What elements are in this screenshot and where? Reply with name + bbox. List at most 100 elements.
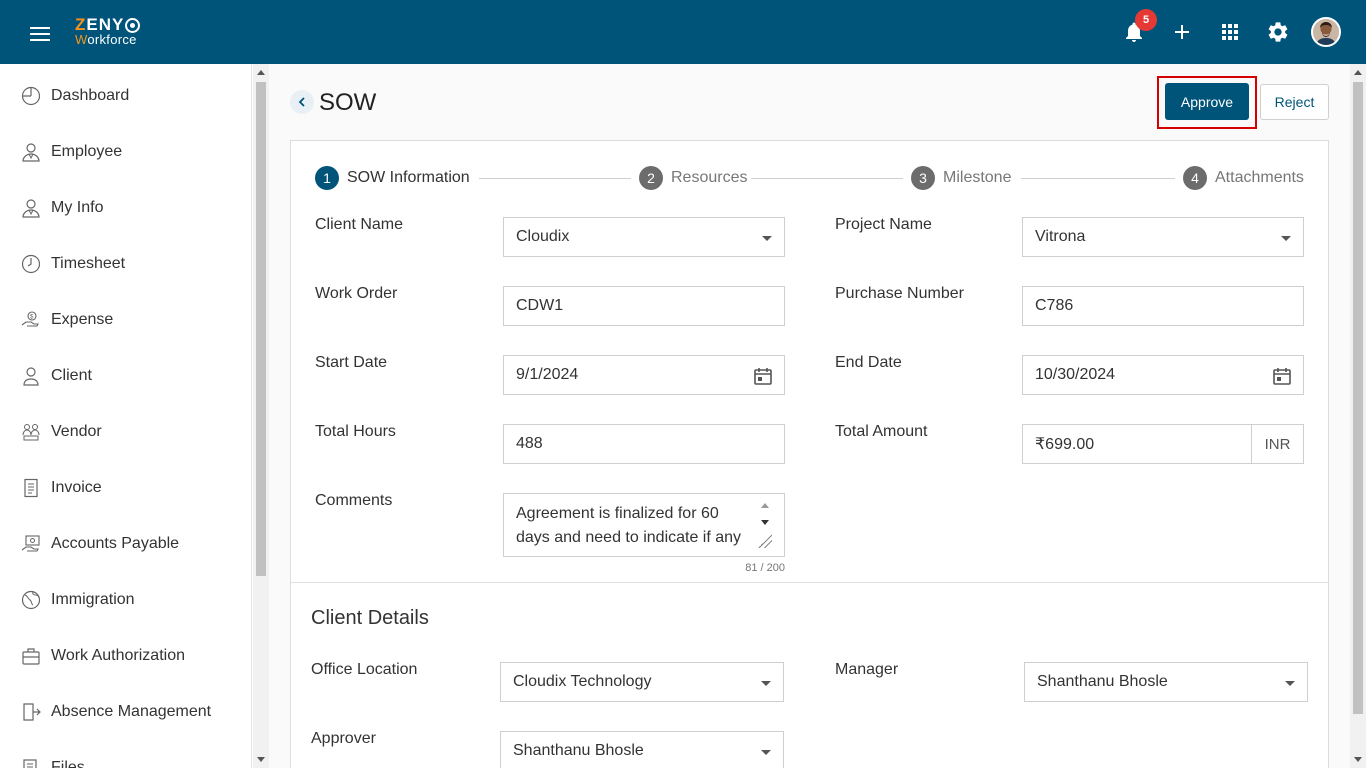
- chevron-down-icon: [1285, 681, 1295, 686]
- sidebar-item-dashboard[interactable]: Dashboard: [0, 68, 251, 124]
- sidebar-item-label: Absence Management: [51, 703, 212, 720]
- sidebar-item-label: Work Authorization: [51, 647, 185, 664]
- user-avatar[interactable]: [1311, 17, 1341, 47]
- sidebar-item-label: Files: [51, 759, 85, 768]
- page-title: SOW: [319, 89, 377, 116]
- sidebar-item-label: Accounts Payable: [51, 535, 180, 552]
- step-number: 2: [639, 166, 663, 190]
- step-sow-information[interactable]: 1 SOW Information: [315, 166, 470, 190]
- sidebar-item-label: Dashboard: [51, 87, 130, 104]
- step-connector: [1021, 178, 1175, 179]
- approver-label: Approver: [311, 730, 376, 747]
- character-counter: 81 / 200: [745, 562, 785, 574]
- sidebar-item-employee[interactable]: Employee: [0, 124, 251, 180]
- sidebar-scrollbar[interactable]: [253, 64, 269, 768]
- sidebar-item-timesheet[interactable]: Timesheet: [0, 236, 251, 292]
- top-navbar: Z ENY Workforce 5: [0, 0, 1366, 64]
- approver-select[interactable]: Shanthanu Bhosle: [500, 731, 784, 768]
- step-milestone[interactable]: 3 Milestone: [911, 166, 1011, 190]
- accounts-payable-icon: [21, 535, 40, 552]
- sidebar-item-invoice[interactable]: Invoice: [0, 460, 251, 516]
- step-connector: [479, 178, 631, 179]
- notification-badge: 5: [1135, 9, 1157, 31]
- step-label: Resources: [671, 169, 748, 186]
- sidebar-item-label: Vendor: [51, 423, 102, 440]
- office-location-value: Cloudix Technology: [513, 673, 652, 690]
- sidebar-item-expense[interactable]: $ Expense: [0, 292, 251, 348]
- sidebar-item-files[interactable]: Files: [0, 740, 251, 768]
- manager-value: Shanthanu Bhosle: [1037, 673, 1168, 690]
- start-date-input[interactable]: 9/1/2024: [503, 355, 785, 395]
- start-date-value: 9/1/2024: [516, 366, 579, 383]
- total-hours-label: Total Hours: [315, 423, 396, 440]
- step-label: SOW Information: [347, 169, 470, 186]
- globe-icon: [21, 590, 41, 610]
- total-amount-input[interactable]: ₹699.00 INR: [1022, 424, 1304, 464]
- plus-icon[interactable]: [1170, 20, 1194, 44]
- clock-icon: [21, 254, 41, 274]
- total-hours-value: 488: [516, 435, 543, 452]
- chevron-down-icon: [762, 236, 772, 241]
- sidebar-item-work-authorization[interactable]: Work Authorization: [0, 628, 251, 684]
- manager-select[interactable]: Shanthanu Bhosle: [1024, 662, 1308, 702]
- sidebar-item-absence-management[interactable]: Absence Management: [0, 684, 251, 740]
- sidebar-item-vendor[interactable]: Vendor: [0, 404, 251, 460]
- vendor-icon: [22, 424, 40, 441]
- step-attachments[interactable]: 4 Attachments: [1183, 166, 1304, 190]
- total-amount-value: ₹699.00: [1035, 436, 1095, 453]
- office-location-label: Office Location: [311, 661, 418, 678]
- chevron-down-icon: [1281, 236, 1291, 241]
- apps-grid-icon[interactable]: [1218, 20, 1242, 44]
- files-icon: [23, 759, 37, 768]
- approve-button[interactable]: Approve: [1165, 83, 1249, 120]
- project-name-label: Project Name: [835, 216, 932, 233]
- section-divider: [291, 582, 1328, 583]
- step-number: 4: [1183, 166, 1207, 190]
- client-name-value: Cloudix: [516, 228, 570, 245]
- sidebar-item-label: My Info: [51, 199, 104, 216]
- currency-suffix: INR: [1251, 425, 1303, 463]
- main-scrollbar[interactable]: [1350, 64, 1366, 768]
- back-button[interactable]: [290, 90, 314, 114]
- hamburger-menu-icon[interactable]: [30, 27, 50, 41]
- gear-icon[interactable]: [1266, 20, 1290, 44]
- project-name-value: Vitrona: [1035, 228, 1086, 245]
- calendar-icon[interactable]: [1272, 366, 1292, 386]
- comments-textarea[interactable]: Agreement is finalized for 60 days and n…: [503, 493, 785, 557]
- sidebar-item-label: Expense: [51, 311, 114, 328]
- end-date-input[interactable]: 10/30/2024: [1022, 355, 1304, 395]
- reject-button[interactable]: Reject: [1260, 84, 1329, 120]
- total-amount-label: Total Amount: [835, 423, 928, 440]
- chevron-left-icon: [298, 97, 305, 107]
- resize-grip-icon[interactable]: [758, 534, 772, 548]
- employee-icon: [22, 143, 40, 162]
- work-order-value: CDW1: [516, 297, 564, 314]
- project-name-select[interactable]: Vitrona: [1022, 217, 1304, 257]
- sidebar-item-label: Immigration: [51, 591, 135, 608]
- sidebar-item-immigration[interactable]: Immigration: [0, 572, 251, 628]
- zenyo-workforce-logo[interactable]: Z ENY Workforce: [75, 16, 141, 47]
- dashboard-icon: [21, 86, 41, 106]
- sidebar-item-client[interactable]: Client: [0, 348, 251, 404]
- calendar-icon[interactable]: [753, 366, 773, 386]
- sidebar-item-my-info[interactable]: My Info: [0, 180, 251, 236]
- step-resources[interactable]: 2 Resources: [639, 166, 747, 190]
- end-date-value: 10/30/2024: [1035, 366, 1116, 383]
- work-order-input[interactable]: CDW1: [503, 286, 785, 326]
- end-date-label: End Date: [835, 354, 902, 371]
- start-date-label: Start Date: [315, 354, 388, 371]
- textarea-scrollbar[interactable]: [757, 500, 772, 550]
- step-number: 1: [315, 166, 339, 190]
- client-details-title: Client Details: [311, 607, 429, 629]
- client-name-label: Client Name: [315, 216, 404, 233]
- total-hours-input[interactable]: 488: [503, 424, 785, 464]
- sidebar-item-accounts-payable[interactable]: Accounts Payable: [0, 516, 251, 572]
- sidebar-item-label: Employee: [51, 143, 123, 160]
- client-name-select[interactable]: Cloudix: [503, 217, 785, 257]
- expense-icon: $: [21, 311, 39, 327]
- chevron-down-icon: [761, 750, 771, 755]
- step-connector: [751, 178, 903, 179]
- office-location-select[interactable]: Cloudix Technology: [500, 662, 784, 702]
- purchase-number-input[interactable]: C786: [1022, 286, 1304, 326]
- approver-value: Shanthanu Bhosle: [513, 742, 644, 759]
